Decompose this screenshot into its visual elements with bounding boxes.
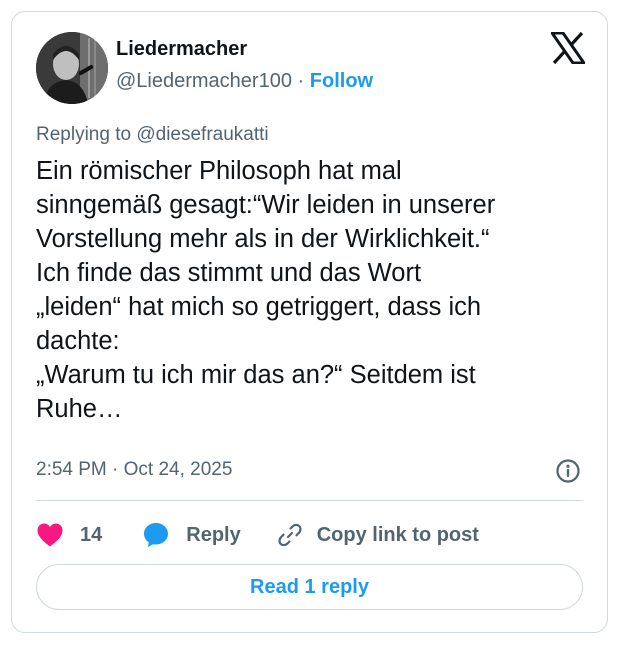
x-logo-icon[interactable] bbox=[549, 31, 587, 65]
divider bbox=[36, 500, 583, 501]
tweet-timestamp[interactable]: 2:54 PM · Oct 24, 2025 bbox=[36, 459, 232, 481]
reply-context: Replying to @diesefraukatti bbox=[36, 124, 269, 146]
speech-bubble-icon bbox=[144, 523, 169, 547]
read-replies-button[interactable]: Read 1 reply bbox=[36, 564, 583, 610]
reply-label: Reply bbox=[186, 523, 241, 546]
reply-to-handle[interactable]: @diesefraukatti bbox=[136, 124, 268, 145]
heart-icon bbox=[37, 523, 63, 547]
reply-context-prefix: Replying to bbox=[36, 124, 132, 145]
reply-button[interactable]: Reply bbox=[142, 521, 241, 549]
tweet-text: Ein römischer Philosoph hat mal sinngemä… bbox=[36, 157, 496, 423]
like-button[interactable]: 14 bbox=[36, 522, 102, 548]
action-bar: 14 Reply Copy link to post bbox=[36, 517, 479, 553]
copy-link-label: Copy link to post bbox=[316, 523, 479, 546]
author-handle-row: @Liedermacher100 · Follow bbox=[116, 70, 373, 93]
like-count: 14 bbox=[80, 523, 103, 546]
follow-button[interactable]: Follow bbox=[310, 70, 373, 92]
copy-link-button[interactable]: Copy link to post bbox=[277, 522, 479, 548]
separator-dot: · bbox=[297, 70, 305, 92]
author-handle[interactable]: @Liedermacher100 bbox=[116, 70, 292, 92]
info-icon[interactable] bbox=[555, 458, 581, 484]
tweet-card: Liedermacher @Liedermacher100 · Follow R… bbox=[11, 11, 608, 633]
link-icon bbox=[278, 523, 302, 547]
avatar[interactable] bbox=[36, 32, 108, 104]
author-display-name[interactable]: Liedermacher bbox=[116, 38, 247, 61]
